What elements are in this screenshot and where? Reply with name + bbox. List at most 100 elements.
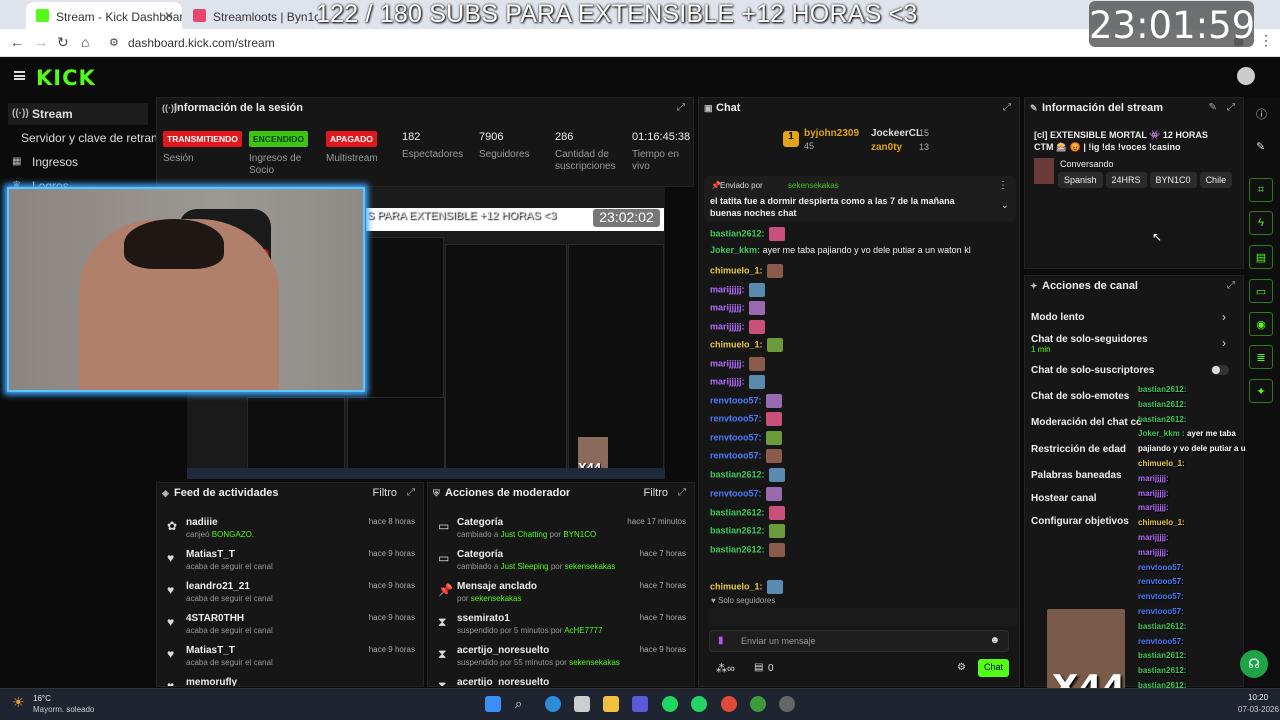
sidebar-item-server-key[interactable]: Servidor y clave de retransm [8, 127, 174, 149]
mic-icon[interactable]: ▮ [718, 635, 724, 646]
send-chat-button[interactable]: Chat [978, 659, 1009, 677]
chat-username[interactable]: Joker_kkm: [710, 245, 760, 255]
expand-icon[interactable]: ⤢ [1227, 280, 1235, 291]
chat-username[interactable]: marijjjjj: [710, 302, 745, 312]
settings-icon[interactable]: ⚙ [957, 662, 966, 673]
chat-username[interactable]: renvtooo57: [710, 450, 762, 460]
url-field[interactable]: dashboard.kick.com/stream [128, 36, 275, 50]
obs-icon[interactable] [779, 696, 795, 712]
mod-detail-user[interactable]: BYN1CO [563, 530, 596, 539]
chevron-down-icon[interactable]: ⌄ [1001, 200, 1009, 211]
filter-button[interactable]: Filtro [373, 487, 397, 499]
pencil-icon[interactable]: ✎ [1256, 140, 1265, 153]
rail-button-broadcast-icon[interactable]: ◉ [1249, 312, 1273, 336]
action-ai-moderation[interactable]: Moderación del chat con IA [1031, 417, 1141, 428]
feed-user[interactable]: nadiiie [186, 517, 218, 528]
chrome-icon[interactable] [721, 696, 737, 712]
emoji-icon[interactable]: ☻ [989, 635, 1000, 646]
back-icon[interactable]: ← [10, 34, 24, 50]
search-icon[interactable]: ⌕ [515, 696, 531, 712]
top-supporter-name[interactable]: byjohn2309 [804, 128, 859, 139]
chat-username[interactable]: marijjjjj: [710, 376, 745, 386]
top-supporter-name[interactable]: zan0ty [871, 142, 902, 153]
chat-username[interactable]: chimuelo_1: [710, 265, 763, 275]
chat-username[interactable]: marijjjjj: [710, 284, 745, 294]
feed-user[interactable]: leandro21_21 [186, 581, 250, 592]
expand-icon[interactable]: ⤢ [407, 487, 415, 498]
menu-kebab-icon[interactable]: ⋮ [1259, 32, 1273, 49]
tab-kick-dashboard[interactable]: Stream - Kick Dashboard ✕ [26, 2, 182, 29]
action-subscribers-only[interactable]: Chat de solo-suscriptores [1031, 365, 1154, 376]
action-slow-mode[interactable]: Modo lento [1031, 312, 1084, 323]
rail-button-clip-icon[interactable]: ⌗ [1249, 178, 1273, 202]
tag-chip[interactable]: 24HRS [1105, 172, 1147, 188]
mod-target[interactable]: acertijo_noresuelto [457, 677, 549, 686]
feed-user[interactable]: MatiasT_T [186, 645, 235, 656]
feed-user[interactable]: 4STAR0THH [186, 613, 244, 624]
action-set-goals[interactable]: Configurar objetivos [1031, 516, 1129, 527]
chat-username[interactable]: chimuelo_1: [710, 581, 763, 591]
expand-icon[interactable]: ⤢ [678, 487, 686, 498]
chat-username[interactable]: marijjjjj: [710, 358, 745, 368]
chat-username[interactable]: bastian2612: [710, 228, 765, 238]
file-explorer-icon[interactable] [603, 696, 619, 712]
user-avatar[interactable] [1237, 67, 1255, 85]
mod-detail-user[interactable]: sekensekakas [471, 594, 522, 603]
mod-detail-user[interactable]: sekensekakas [569, 658, 620, 667]
tag-chip[interactable]: Chile [1199, 172, 1233, 188]
tab-streamloots[interactable]: Streamloots | Byn1co | Apóyam [183, 2, 318, 29]
chat-input[interactable]: ▮ Enviar un mensaje ☻ [709, 630, 1009, 652]
mod-detail-user[interactable]: AcHE7777 [564, 626, 602, 635]
home-icon[interactable]: ⌂ [81, 34, 89, 50]
expand-icon[interactable]: ⤢ [1227, 102, 1235, 113]
whatsapp-icon[interactable] [691, 696, 707, 712]
mod-target[interactable]: ssemirato1 [457, 613, 510, 624]
filter-button[interactable]: Filtro [644, 487, 668, 499]
expand-icon[interactable]: ⤢ [1003, 102, 1011, 113]
pencil-icon[interactable]: ✎ [1209, 102, 1217, 113]
chat-username[interactable]: renvtooo57: [710, 413, 762, 423]
feed-user[interactable]: memorufly [186, 677, 237, 686]
points-icon[interactable]: ⁂∞ [716, 662, 735, 675]
top-supporter-name[interactable]: JockeerCL [871, 128, 922, 139]
windows-start-icon[interactable] [485, 696, 501, 712]
kebab-icon[interactable]: ⋮ [998, 180, 1008, 191]
support-headset-icon[interactable]: ☊ [1240, 650, 1268, 678]
sidebar-item-income[interactable]: ▦ Ingresos [8, 151, 78, 173]
rail-button-chat-icon[interactable]: ▭ [1249, 279, 1273, 303]
chat-username[interactable]: chimuelo_1: [710, 339, 763, 349]
chat-username[interactable]: renvtooo57: [710, 395, 762, 405]
action-followers-only[interactable]: Chat de solo-seguidores [1031, 334, 1148, 345]
snipping-tool-icon[interactable] [632, 696, 648, 712]
kick-logo[interactable]: KICK [36, 66, 96, 90]
expand-icon[interactable]: ⤢ [677, 102, 685, 113]
xbox-icon[interactable] [750, 696, 766, 712]
chat-username[interactable]: renvtooo57: [710, 488, 762, 498]
info-icon[interactable]: ⓘ [1256, 106, 1267, 122]
spotify-icon[interactable] [662, 696, 678, 712]
pinned-by-user[interactable]: sekensekakas [788, 181, 839, 190]
edge-icon[interactable] [545, 696, 561, 712]
subscribers-only-toggle[interactable] [1211, 365, 1229, 375]
chevron-right-icon[interactable]: › [1222, 310, 1226, 324]
forward-icon[interactable]: → [34, 34, 48, 50]
mod-detail-user[interactable]: sekensekakas [565, 562, 616, 571]
hamburger-icon[interactable] [14, 71, 25, 80]
store-icon[interactable] [574, 696, 590, 712]
chevron-right-icon[interactable]: › [1222, 336, 1226, 350]
stream-category[interactable]: Conversando [1060, 159, 1114, 169]
chat-username[interactable]: renvtooo57: [710, 432, 762, 442]
action-emote-only[interactable]: Chat de solo-emotes [1031, 391, 1129, 402]
site-info-icon[interactable]: ⚙ [109, 36, 119, 49]
rail-button-layers-icon[interactable]: ≣ [1249, 345, 1273, 369]
action-banned-words[interactable]: Palabras baneadas [1031, 470, 1122, 481]
chat-username[interactable]: bastian2612: [710, 544, 765, 554]
chat-username[interactable]: marijjjjj: [710, 321, 745, 331]
tag-chip[interactable]: BYN1C0 [1149, 172, 1197, 188]
rail-button-list-icon[interactable]: ▤ [1249, 245, 1273, 269]
tag-chip[interactable]: Spanish [1058, 172, 1103, 188]
chat-username[interactable]: bastian2612: [710, 469, 765, 479]
gift-icon[interactable]: ▤ [754, 662, 763, 673]
mod-target[interactable]: acertijo_noresuelto [457, 645, 549, 656]
feed-user[interactable]: MatiasT_T [186, 549, 235, 560]
